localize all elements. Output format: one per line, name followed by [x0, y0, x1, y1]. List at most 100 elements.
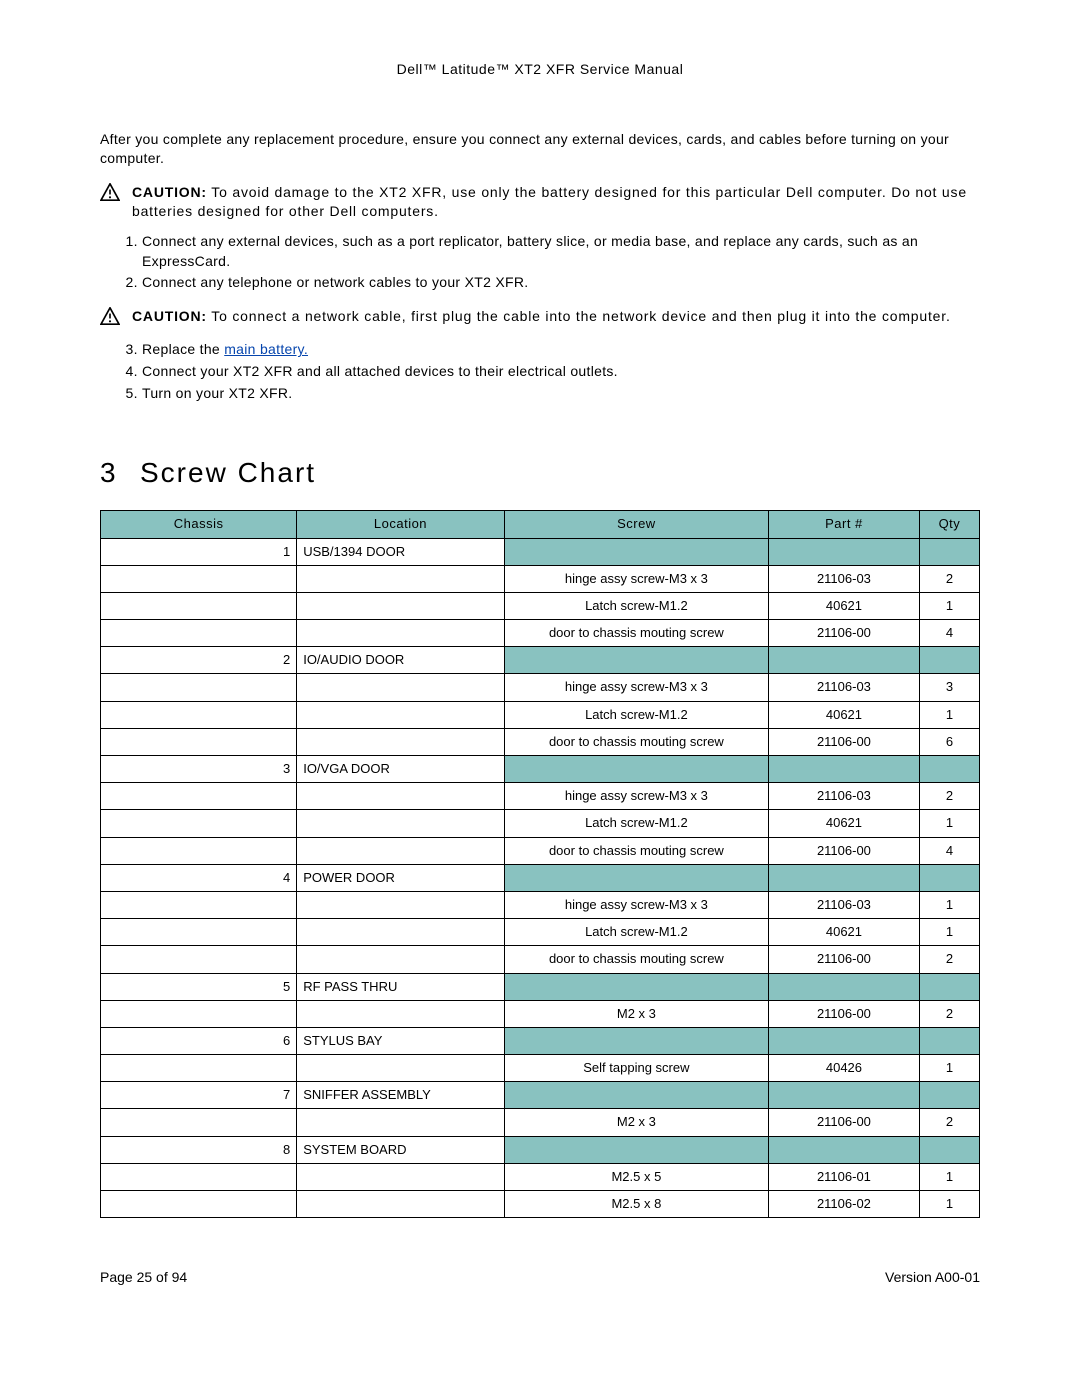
cell-screw: door to chassis mouting screw	[504, 946, 768, 973]
table-row: Latch screw-M1.2406211	[101, 919, 980, 946]
screw-chart-table: Chassis Location Screw Part # Qty 1USB/1…	[100, 510, 980, 1218]
cell-screw-empty	[504, 864, 768, 891]
cell-chassis	[101, 701, 297, 728]
cell-chassis: 2	[101, 647, 297, 674]
cell-part: 21106-03	[769, 783, 920, 810]
th-screw: Screw	[504, 511, 768, 538]
cell-qty: 2	[919, 1000, 979, 1027]
cell-chassis: 1	[101, 538, 297, 565]
cell-screw: M2 x 3	[504, 1000, 768, 1027]
cell-location	[297, 701, 505, 728]
cell-screw: Self tapping screw	[504, 1055, 768, 1082]
caution-label: CAUTION:	[132, 308, 207, 324]
cell-location: IO/VGA DOOR	[297, 756, 505, 783]
cell-qty-empty	[919, 973, 979, 1000]
footer-page: Page 25 of 94	[100, 1268, 187, 1288]
caution-icon	[100, 183, 124, 207]
cell-chassis	[101, 783, 297, 810]
table-row: 5RF PASS THRU	[101, 973, 980, 1000]
th-chassis: Chassis	[101, 511, 297, 538]
main-battery-link[interactable]: main battery.	[224, 341, 308, 357]
cell-chassis: 3	[101, 756, 297, 783]
cell-chassis: 8	[101, 1136, 297, 1163]
cell-part: 21106-03	[769, 891, 920, 918]
section-title-text: Screw Chart	[140, 457, 316, 488]
cell-qty-empty	[919, 756, 979, 783]
cell-qty: 2	[919, 565, 979, 592]
table-row: M2.5 x 821106-021	[101, 1191, 980, 1218]
cell-part: 21106-00	[769, 1109, 920, 1136]
cell-location	[297, 1163, 505, 1190]
cell-chassis	[101, 891, 297, 918]
cell-part: 21106-00	[769, 1000, 920, 1027]
cell-chassis	[101, 810, 297, 837]
cell-screw: hinge assy screw-M3 x 3	[504, 565, 768, 592]
cell-qty-empty	[919, 864, 979, 891]
table-row: hinge assy screw-M3 x 321106-031	[101, 891, 980, 918]
cell-qty-empty	[919, 1082, 979, 1109]
cell-chassis	[101, 837, 297, 864]
caution-text-2: CAUTION: To connect a network cable, fir…	[132, 307, 980, 327]
th-part: Part #	[769, 511, 920, 538]
cell-screw: door to chassis mouting screw	[504, 837, 768, 864]
cell-qty-empty	[919, 538, 979, 565]
table-row: 4POWER DOOR	[101, 864, 980, 891]
cell-part: 40621	[769, 592, 920, 619]
cell-part-empty	[769, 1082, 920, 1109]
cell-chassis	[101, 620, 297, 647]
cell-screw-empty	[504, 647, 768, 674]
cell-location	[297, 592, 505, 619]
cell-screw-empty	[504, 756, 768, 783]
table-row: door to chassis mouting screw21106-004	[101, 620, 980, 647]
caution-body: To avoid damage to the XT2 XFR, use only…	[132, 184, 967, 220]
table-row: door to chassis mouting screw21106-004	[101, 837, 980, 864]
cell-chassis: 7	[101, 1082, 297, 1109]
cell-chassis	[101, 728, 297, 755]
cell-location	[297, 837, 505, 864]
table-row: 8SYSTEM BOARD	[101, 1136, 980, 1163]
cell-screw: Latch screw-M1.2	[504, 592, 768, 619]
cell-chassis	[101, 1055, 297, 1082]
cell-part: 40621	[769, 810, 920, 837]
cell-screw: Latch screw-M1.2	[504, 701, 768, 728]
caution-block-2: CAUTION: To connect a network cable, fir…	[100, 307, 980, 331]
steps-list-1: Connect any external devices, such as a …	[120, 232, 980, 293]
table-row: hinge assy screw-M3 x 321106-033	[101, 674, 980, 701]
table-row: door to chassis mouting screw21106-002	[101, 946, 980, 973]
cell-chassis	[101, 1109, 297, 1136]
cell-chassis	[101, 674, 297, 701]
cell-location: IO/AUDIO DOOR	[297, 647, 505, 674]
cell-qty: 1	[919, 1055, 979, 1082]
th-location: Location	[297, 511, 505, 538]
caution-text-1: CAUTION: To avoid damage to the XT2 XFR,…	[132, 183, 980, 222]
cell-chassis: 4	[101, 864, 297, 891]
footer-version: Version A00-01	[885, 1268, 980, 1288]
table-row: 6STYLUS BAY	[101, 1027, 980, 1054]
cell-location	[297, 620, 505, 647]
table-row: Latch screw-M1.2406211	[101, 592, 980, 619]
cell-chassis	[101, 1191, 297, 1218]
cell-qty: 1	[919, 701, 979, 728]
th-qty: Qty	[919, 511, 979, 538]
cell-part: 21106-01	[769, 1163, 920, 1190]
cell-screw: door to chassis mouting screw	[504, 620, 768, 647]
table-row: Self tapping screw404261	[101, 1055, 980, 1082]
cell-screw: hinge assy screw-M3 x 3	[504, 783, 768, 810]
cell-location	[297, 810, 505, 837]
cell-part-empty	[769, 1136, 920, 1163]
cell-location	[297, 728, 505, 755]
steps-list-2: Replace the main battery. Connect your X…	[120, 340, 980, 403]
cell-screw-empty	[504, 538, 768, 565]
step-1: Connect any external devices, such as a …	[142, 232, 980, 271]
cell-part: 21106-00	[769, 620, 920, 647]
cell-part: 40621	[769, 919, 920, 946]
cell-location: RF PASS THRU	[297, 973, 505, 1000]
cell-screw: M2 x 3	[504, 1109, 768, 1136]
table-row: hinge assy screw-M3 x 321106-032	[101, 565, 980, 592]
cell-part: 40621	[769, 701, 920, 728]
table-row: 1USB/1394 DOOR	[101, 538, 980, 565]
cell-qty-empty	[919, 647, 979, 674]
cell-part: 21106-00	[769, 728, 920, 755]
cell-screw: door to chassis mouting screw	[504, 728, 768, 755]
step-3: Replace the main battery.	[142, 340, 980, 360]
